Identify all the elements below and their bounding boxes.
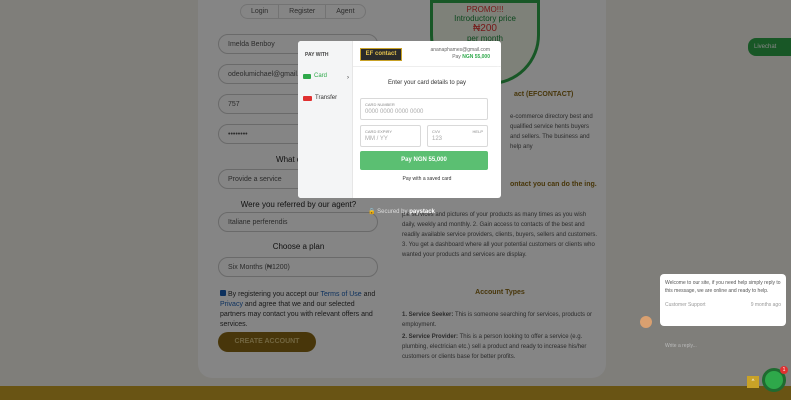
chat-unread-badge: 1 (780, 366, 788, 374)
method-card[interactable]: Card (303, 73, 327, 79)
merchant-logo: EF contact (360, 48, 402, 61)
agent-avatar (640, 316, 652, 328)
enter-details-text: Enter your card details to pay (387, 80, 467, 86)
customer-email: ananaphames@gmail.com (430, 47, 490, 53)
method-transfer[interactable]: Transfer (303, 95, 337, 101)
card-number-label: CARD NUMBER (365, 102, 395, 107)
cvv-input[interactable]: CVV HELP 123 (427, 125, 488, 147)
method-transfer-label: Transfer (315, 95, 338, 101)
close-icon[interactable]: × (497, 64, 502, 73)
expiry-label: CARD EXPIRY (365, 129, 393, 134)
payment-form: EF contact ananaphames@gmail.com Pay NGN… (353, 41, 501, 198)
secured-by: 🔒 Secured by paystack (368, 208, 435, 215)
cvv-label: CVV (432, 129, 441, 134)
lock-icon: 🔒 (368, 209, 376, 215)
chevron-up-icon[interactable]: ^ (747, 376, 759, 388)
cvv-help-link[interactable]: HELP (473, 129, 483, 134)
header-divider (353, 66, 501, 67)
saved-card-link[interactable]: Pay with a saved card (353, 176, 501, 182)
paystack-brand: paystack (409, 209, 435, 215)
chat-reply-input[interactable]: Write a reply... (660, 340, 786, 354)
chat-meta: Customer Support 9 months ago (665, 301, 781, 309)
card-number-placeholder: 0000 0000 0000 0000 (365, 109, 424, 115)
chevron-right-icon: › (347, 75, 349, 81)
method-card-label: Card (314, 73, 328, 79)
paystack-modal: PAY WITH Card › Transfer EF contact anan… (298, 41, 501, 198)
secured-prefix: Secured by (377, 209, 408, 215)
card-icon (303, 73, 311, 79)
card-number-input[interactable]: CARD NUMBER 0000 0000 0000 0000 (360, 98, 488, 120)
customer-info: ananaphames@gmail.com Pay NGN 55,000 (430, 47, 490, 61)
cvv-placeholder: 123 (432, 136, 443, 142)
chat-message: Welcome to our site, if you need help si… (660, 274, 786, 326)
pay-prefix: Pay (452, 54, 461, 60)
expiry-placeholder: MM / YY (365, 136, 388, 142)
pay-button[interactable]: Pay NGN 55,000 (360, 151, 488, 170)
pay-amount-line: Pay NGN 55,000 (430, 54, 490, 61)
pay-amount: NGN 55,000 (462, 54, 490, 60)
card-expiry-input[interactable]: CARD EXPIRY MM / YY (360, 125, 421, 147)
chat-message-text: Welcome to our site, if you need help si… (665, 280, 781, 294)
payment-methods-panel: PAY WITH Card › Transfer (298, 41, 353, 198)
pay-with-label: PAY WITH (305, 52, 329, 58)
bank-icon (303, 95, 312, 101)
chat-agent: Customer Support (665, 302, 706, 308)
chat-time: 9 months ago (750, 302, 781, 308)
